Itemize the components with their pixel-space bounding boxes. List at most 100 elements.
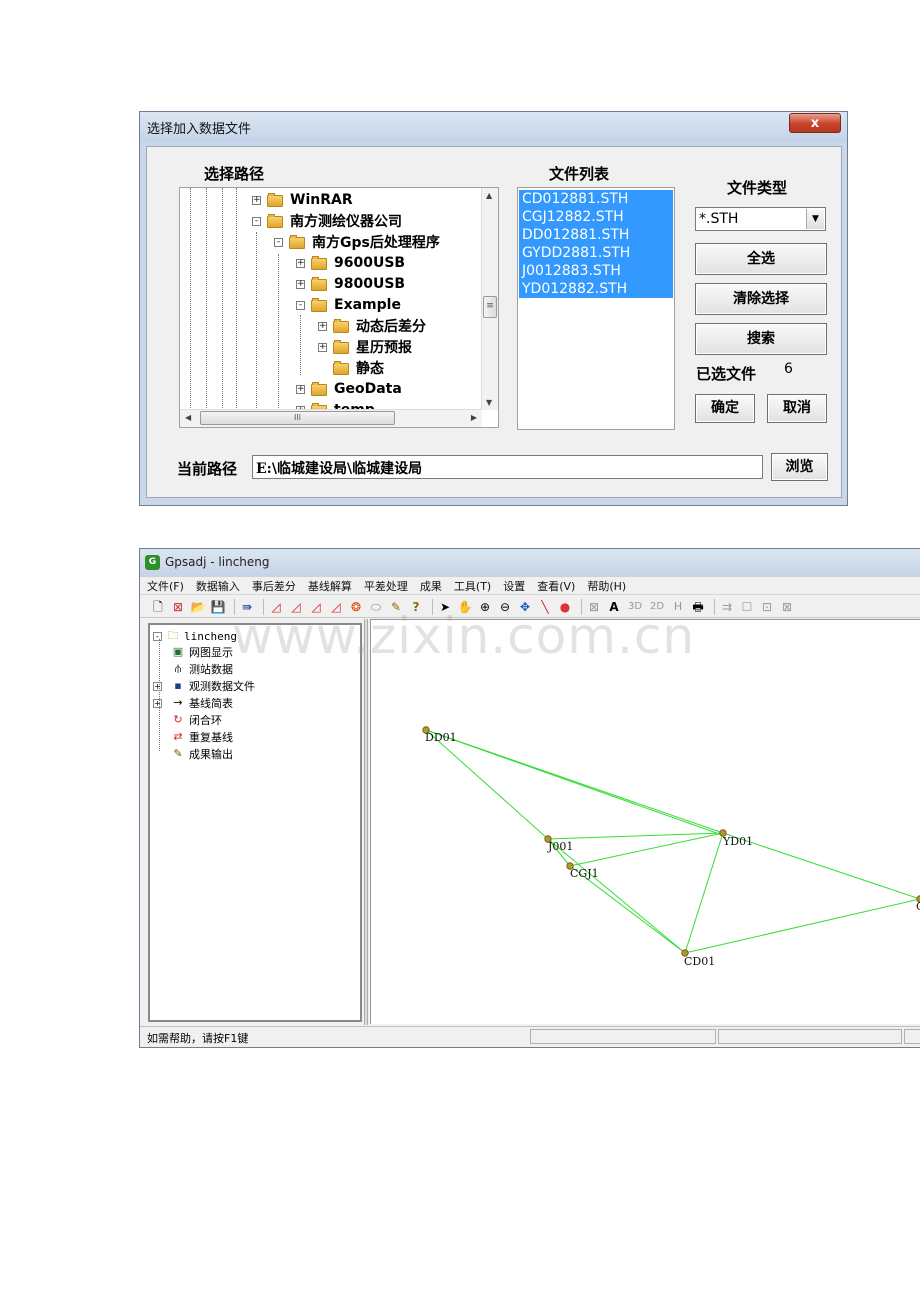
tree-item-9600usb[interactable]: + 9600USB: [296, 253, 405, 273]
network-canvas[interactable]: DD01 J001 YD01 CGJ1 CD01 G: [370, 619, 920, 1024]
close-button[interactable]: x: [789, 113, 841, 133]
menu-file[interactable]: 文件(F): [147, 578, 184, 594]
menu-tools[interactable]: 工具(T): [454, 578, 491, 594]
file-list[interactable]: CD012881.STH CGJ12882.STH DD012881.STH G…: [517, 187, 675, 430]
select-all-button[interactable]: 全选: [695, 243, 827, 275]
new-file-icon[interactable]: 🗋: [150, 599, 166, 615]
tree-root-lincheng[interactable]: - 🗀 lincheng: [153, 628, 237, 644]
view-3d-icon[interactable]: 3D: [626, 599, 644, 615]
chevron-down-icon[interactable]: ▼: [806, 209, 824, 229]
tree-item-south-survey[interactable]: - 南方测绘仪器公司: [252, 211, 402, 231]
file-list-item[interactable]: YD012882.STH: [519, 280, 673, 298]
expand-icon[interactable]: +: [153, 698, 162, 708]
expand-icon[interactable]: +: [296, 384, 305, 394]
pencil-icon[interactable]: ✎: [388, 599, 404, 615]
fit-view-icon[interactable]: ⊠: [586, 599, 602, 615]
move-cross-icon[interactable]: ✥: [517, 599, 533, 615]
browse-button[interactable]: 浏览: [771, 453, 828, 481]
print-icon[interactable]: 🖶: [690, 599, 706, 615]
tree-item-closed-loop[interactable]: ↻ 闭合环: [171, 712, 222, 728]
file-list-item[interactable]: GYDD2881.STH: [519, 244, 673, 262]
pointer-icon[interactable]: ➤: [437, 599, 453, 615]
tree-item-9800usb[interactable]: + 9800USB: [296, 274, 405, 294]
app-titlebar[interactable]: G Gpsadj - lincheng: [140, 549, 920, 577]
collapse-icon[interactable]: -: [274, 237, 283, 247]
expand-icon[interactable]: +: [296, 258, 305, 268]
expand-icon[interactable]: +: [296, 279, 305, 289]
frame-delete-icon[interactable]: ⊠: [779, 599, 795, 615]
tree-item-gps-postprocess[interactable]: - 南方Gps后处理程序: [274, 232, 440, 252]
scroll-left-icon[interactable]: ◀: [185, 413, 191, 422]
line-draw-icon[interactable]: ╲: [537, 599, 553, 615]
save-icon[interactable]: 💾: [210, 599, 226, 615]
scroll-thumb[interactable]: III: [200, 411, 395, 425]
loop-color-icon[interactable]: ❂: [348, 599, 364, 615]
hand-pan-icon[interactable]: ✋: [457, 599, 473, 615]
view-2d-icon[interactable]: 2D: [648, 599, 666, 615]
zoom-in-icon[interactable]: ⊕: [477, 599, 493, 615]
scroll-up-icon[interactable]: ▲: [486, 191, 492, 200]
scroll-thumb[interactable]: ≡: [483, 296, 497, 318]
height-icon[interactable]: H: [670, 599, 686, 615]
export-icon[interactable]: ⇉: [719, 599, 735, 615]
expand-icon[interactable]: +: [318, 321, 327, 331]
menu-adjustment[interactable]: 平差处理: [364, 578, 408, 594]
menu-results[interactable]: 成果: [420, 578, 442, 594]
current-path-field[interactable]: E:\临城建设局\临城建设局: [252, 455, 763, 479]
tree-item-example[interactable]: - Example: [296, 295, 401, 315]
scroll-down-icon[interactable]: ▼: [486, 398, 492, 407]
menu-help[interactable]: 帮助(H): [587, 578, 626, 594]
label-text-icon[interactable]: A: [606, 599, 622, 615]
menu-baseline-solve[interactable]: 基线解算: [308, 578, 352, 594]
tree-item-repeat-baseline[interactable]: ⇄ 重复基线: [171, 729, 233, 745]
expand-icon[interactable]: +: [153, 681, 162, 691]
close-file-icon[interactable]: ⊠: [170, 599, 186, 615]
tree-item-result-output[interactable]: ✎ 成果输出: [171, 746, 233, 762]
tree-item-network-display[interactable]: ▣ 网图显示: [171, 644, 233, 660]
tree-item-ephemeris[interactable]: + 星历预报: [318, 337, 412, 357]
panel-splitter[interactable]: [364, 619, 368, 1025]
tree-item-observation-files[interactable]: + ▪ 观测数据文件: [153, 678, 255, 694]
frame-select-icon[interactable]: ⊡: [759, 599, 775, 615]
triangle-icon[interactable]: ◿: [268, 599, 284, 615]
ok-button[interactable]: 确定: [695, 394, 755, 423]
collapse-icon[interactable]: -: [153, 631, 162, 641]
file-list-item[interactable]: DD012881.STH: [519, 226, 673, 244]
triangle-edit-icon[interactable]: ◿: [308, 599, 324, 615]
expand-icon[interactable]: +: [318, 342, 327, 352]
ellipse-icon[interactable]: ⬭: [368, 599, 384, 615]
tree-item-dynamic-diff[interactable]: + 动态后差分: [318, 316, 426, 336]
tree-item-static[interactable]: 静态: [318, 358, 384, 378]
clear-selection-button[interactable]: 清除选择: [695, 283, 827, 315]
tree-horizontal-scrollbar[interactable]: ◀ III ▶: [180, 409, 482, 427]
file-list-item[interactable]: J0012883.STH: [519, 262, 673, 280]
folder-tree[interactable]: + WinRAR - 南方测绘仪器公司 - 南方Gps后处理程序 + 9600U…: [179, 187, 499, 428]
menu-post-diff[interactable]: 事后差分: [252, 578, 296, 594]
expand-icon[interactable]: +: [252, 195, 261, 205]
collapse-icon[interactable]: -: [252, 216, 261, 226]
triangle-check-icon[interactable]: ◿: [288, 599, 304, 615]
scroll-right-icon[interactable]: ▶: [471, 413, 477, 422]
menu-data-input[interactable]: 数据输入: [196, 578, 240, 594]
collapse-icon[interactable]: -: [296, 300, 305, 310]
triangle-delete-icon[interactable]: ◿: [328, 599, 344, 615]
tree-item-geodata[interactable]: + GeoData: [296, 379, 402, 399]
open-folder-icon[interactable]: 📂: [190, 599, 206, 615]
color-balls-icon[interactable]: ●: [557, 599, 573, 615]
cancel-button[interactable]: 取消: [767, 394, 827, 423]
import-arrow-icon[interactable]: ⇛: [239, 599, 255, 615]
tree-item-baseline-table[interactable]: + → 基线简表: [153, 695, 233, 711]
zoom-out-icon[interactable]: ⊖: [497, 599, 513, 615]
tree-item-winrar[interactable]: + WinRAR: [252, 190, 353, 210]
file-type-select[interactable]: *.STH ▼: [695, 207, 826, 231]
menu-view[interactable]: 查看(V): [537, 578, 575, 594]
frame-icon[interactable]: ☐: [739, 599, 755, 615]
file-list-item[interactable]: CD012881.STH: [519, 190, 673, 208]
tree-vertical-scrollbar[interactable]: ▲ ≡ ▼: [481, 188, 498, 410]
menu-settings[interactable]: 设置: [503, 578, 525, 594]
project-tree[interactable]: - 🗀 lincheng ▣ 网图显示 ⫛ 测站数据 + ▪ 观测数据文件 + …: [148, 623, 362, 1022]
dialog-titlebar[interactable]: 选择加入数据文件 x: [140, 112, 847, 142]
help-question-icon[interactable]: ?: [408, 599, 424, 615]
tree-item-station-data[interactable]: ⫛ 测站数据: [171, 661, 233, 677]
file-list-item[interactable]: CGJ12882.STH: [519, 208, 673, 226]
